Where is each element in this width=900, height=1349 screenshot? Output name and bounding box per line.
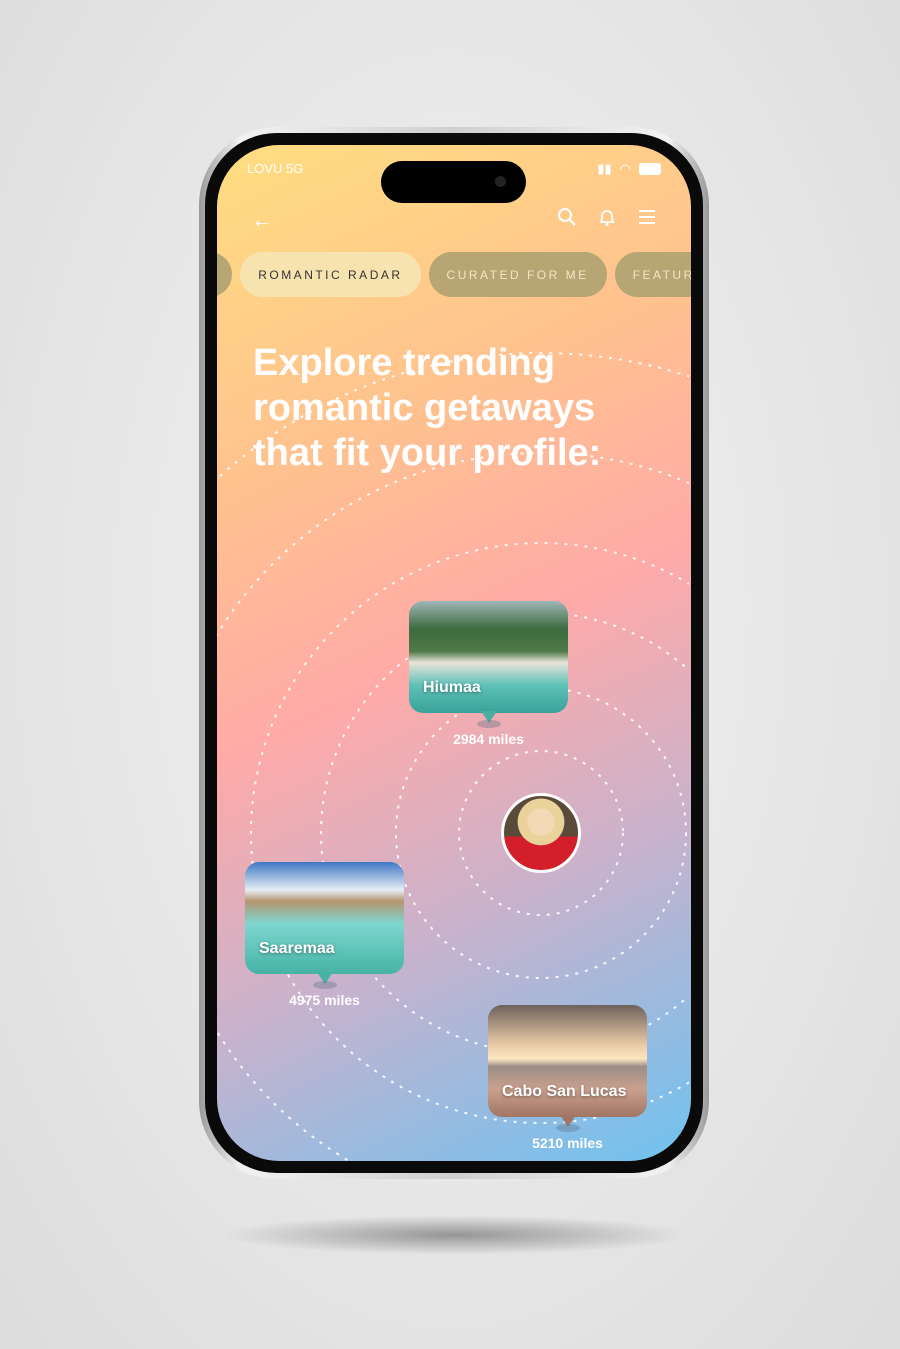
- dynamic-island: [381, 161, 526, 203]
- battery-icon: [639, 163, 661, 175]
- destination-distance: 5210 miles: [532, 1135, 603, 1151]
- destination-distance: 2984 miles: [453, 731, 524, 747]
- tab-featured[interactable]: FEATURE: [614, 252, 691, 297]
- arrow-left-icon[interactable]: ←: [251, 207, 273, 233]
- search-icon[interactable]: [557, 207, 577, 227]
- carrier-label: LOVU 5G: [247, 161, 304, 176]
- tab-romantic-radar[interactable]: ROMANTIC RADAR: [240, 252, 421, 297]
- hamburger-menu-icon[interactable]: [637, 207, 657, 227]
- top-nav: ←: [251, 207, 657, 233]
- wifi-icon: ◠: [619, 161, 631, 176]
- destination-name: Saaremaa: [259, 940, 335, 957]
- destination-name: Cabo San Lucas: [502, 1083, 627, 1100]
- destination-name: Hiumaa: [423, 679, 481, 696]
- destination-distance: 4975 miles: [289, 992, 360, 1008]
- phone-shadow: [220, 1215, 690, 1255]
- destination-card-cabo-san-lucas[interactable]: Cabo San Lucas 5210 miles: [488, 1005, 647, 1151]
- page-title: Explore trending romantic getaways that …: [253, 342, 602, 474]
- tab-curated-for-me[interactable]: CURATED FOR ME: [428, 252, 607, 297]
- user-avatar[interactable]: [501, 793, 581, 873]
- signal-icon: ▮▮: [597, 161, 612, 176]
- tab-partial[interactable]: L: [217, 252, 233, 297]
- destination-card-saaremaa[interactable]: Saaremaa 4975 miles: [245, 862, 404, 1008]
- app-screen: LOVU 5G ▮▮ ◠ ← L ROMANTIC RADAR CURATED F…: [217, 145, 691, 1161]
- destination-card-hiumaa[interactable]: Hiumaa 2984 miles: [409, 601, 568, 747]
- phone-frame: LOVU 5G ▮▮ ◠ ← L ROMANTIC RADAR CURATED F…: [199, 127, 709, 1179]
- bell-icon[interactable]: [597, 207, 617, 227]
- category-tabs: L ROMANTIC RADAR CURATED FOR ME FEATURE: [217, 252, 691, 297]
